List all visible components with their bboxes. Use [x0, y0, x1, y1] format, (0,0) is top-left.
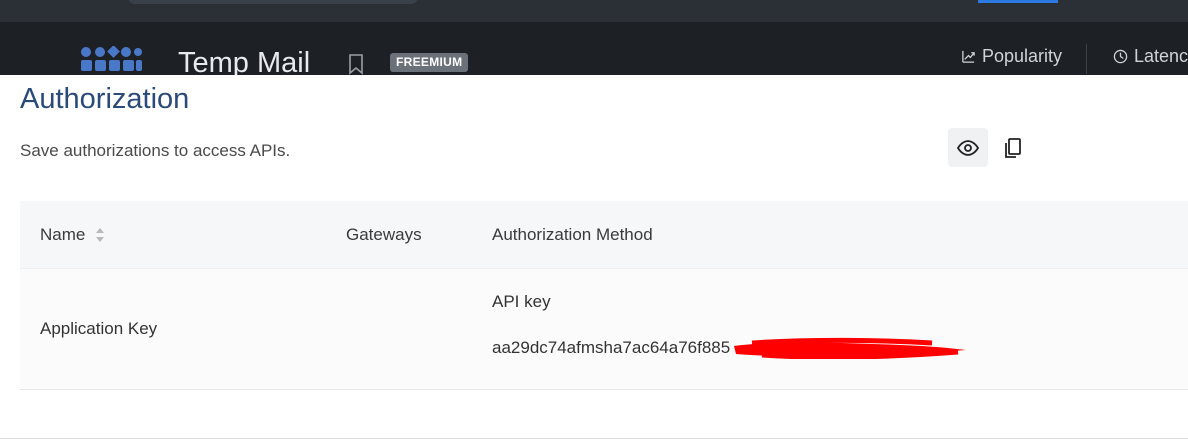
search-input[interactable] [128, 0, 418, 4]
table-row: Application Key API key aa29dc74afmsha7a… [20, 269, 1188, 390]
redaction-scribble [734, 337, 966, 359]
column-header-authorization-method: Authorization Method [492, 225, 653, 244]
page-title: Authorization [20, 83, 190, 115]
column-header-gateways: Gateways [346, 225, 422, 244]
latency-label: Latenc [1134, 46, 1188, 66]
sort-icon[interactable] [95, 227, 105, 243]
reveal-key-button[interactable] [948, 128, 988, 167]
popularity-label: Popularity [982, 46, 1063, 66]
stat-divider [1086, 44, 1087, 74]
authorization-name: Application Key [40, 319, 158, 338]
clock-icon [1113, 49, 1128, 64]
eye-icon [957, 139, 979, 156]
column-header-name[interactable]: Name [40, 201, 105, 269]
api-title: Temp Mail [178, 47, 311, 75]
api-logo-icon [81, 46, 142, 71]
copy-key-button[interactable] [998, 128, 1028, 167]
bookmark-icon[interactable] [346, 53, 366, 75]
api-header-bar: Temp Mail FREEMIUM Popularity Latenc [0, 22, 1188, 75]
copy-icon [1005, 137, 1021, 158]
api-key-value[interactable]: aa29dc74afmsha7ac64a76f885 [492, 338, 730, 358]
authorization-method-type: API key [492, 292, 551, 311]
active-tab-indicator [978, 0, 1058, 3]
plan-badge: FREEMIUM [390, 53, 469, 72]
page-description: Save authorizations to access APIs. [20, 141, 291, 160]
table-header: Name Gateways Authorization Method [20, 201, 1188, 269]
page-divider [0, 438, 1188, 442]
trend-icon [962, 50, 975, 63]
top-navigation-bar [0, 0, 1188, 22]
latency-stat[interactable]: Latenc [1113, 46, 1188, 67]
authorizations-table: Name Gateways Authorization Method Appli… [20, 201, 1188, 390]
column-label-name: Name [40, 225, 86, 244]
popularity-stat[interactable]: Popularity [961, 46, 1062, 67]
